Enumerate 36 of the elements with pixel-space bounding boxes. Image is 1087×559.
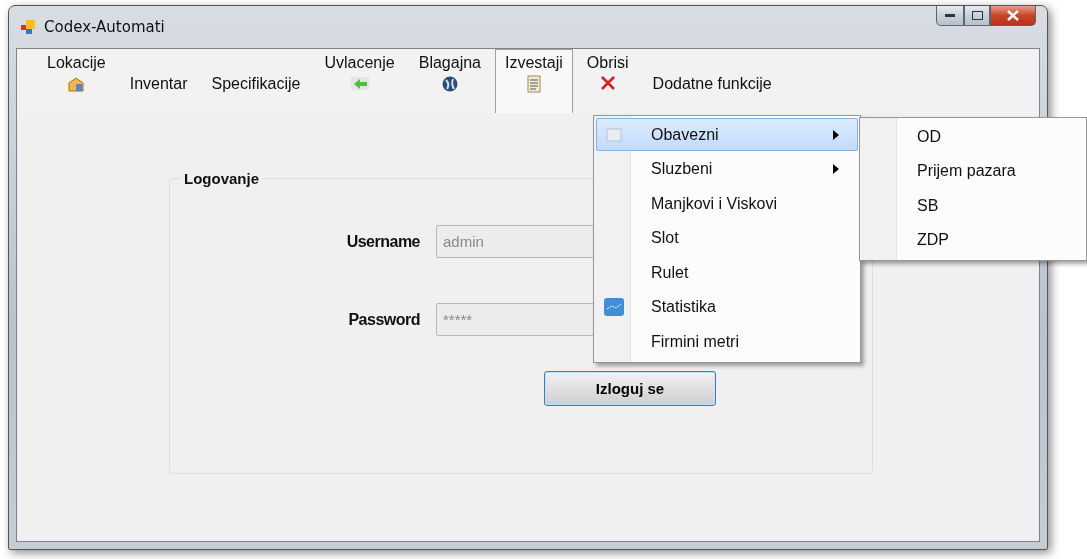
app-icon (20, 19, 36, 35)
menu-item[interactable]: Specifikacije (201, 49, 311, 113)
menu-item[interactable]: Rulet (596, 256, 858, 289)
minimize-button[interactable] (936, 6, 964, 26)
menu-item[interactable]: Inventar (119, 49, 198, 113)
menu-item[interactable]: ZDP (862, 223, 1084, 257)
submenu-arrow-icon (833, 164, 839, 174)
menu-item[interactable]: Blagajna (408, 49, 491, 113)
delete-icon (599, 75, 616, 91)
menu-item[interactable]: Lokacije (37, 49, 116, 113)
field-label: Username (346, 232, 420, 251)
minimize-icon (945, 13, 955, 18)
menu-item[interactable]: Uvlacenje (314, 49, 405, 113)
close-icon (1007, 10, 1019, 21)
menu-item[interactable]: Sluzbeni (596, 152, 858, 186)
menu-item[interactable]: SB (862, 189, 1084, 222)
document-icon (525, 75, 542, 93)
logout-button[interactable]: Izloguj se (544, 371, 716, 406)
menu-item[interactable]: Manjkovi i Viskovi (596, 187, 858, 220)
globe-icon (440, 75, 459, 93)
chart-icon (603, 297, 625, 317)
maximize-icon (971, 11, 983, 20)
close-button[interactable] (990, 6, 1036, 26)
menu-item[interactable]: OD (862, 120, 1084, 153)
menu-item[interactable]: Prijem pazara (862, 154, 1084, 188)
page-icon (605, 126, 623, 143)
menu-item[interactable]: Izvestaji (495, 49, 573, 113)
field-label: Password (348, 310, 420, 329)
house-icon (67, 75, 86, 93)
group-title: Logovanje (180, 170, 263, 187)
menu-item[interactable]: Dodatne funkcije (642, 49, 782, 113)
window-title: Codex-Automati (44, 18, 166, 36)
menu-item[interactable]: Obrisi (576, 49, 639, 113)
menu-item[interactable]: Obavezni (596, 118, 858, 151)
submenu-arrow-icon (833, 129, 839, 140)
maximize-button[interactable] (964, 6, 990, 26)
